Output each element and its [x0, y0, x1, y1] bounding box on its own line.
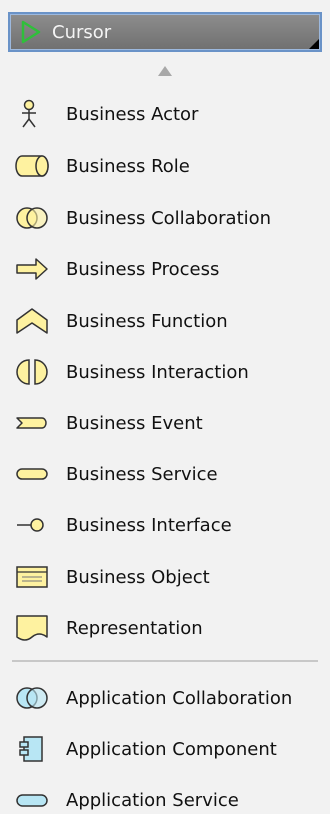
palette-item-label: Business Function	[66, 310, 228, 332]
business-interaction-icon	[14, 357, 54, 387]
business-process-icon	[14, 254, 54, 284]
business-service-icon	[14, 459, 54, 489]
palette-item-business-collaboration[interactable]: Business Collaboration	[14, 198, 324, 238]
business-object-icon	[14, 562, 54, 592]
palette-item-application-service[interactable]: Application Service	[14, 780, 324, 814]
palette-item-label: Business Role	[66, 155, 190, 177]
palette-item-label: Business Interaction	[66, 361, 249, 383]
palette-item-business-function[interactable]: Business Function	[14, 301, 324, 341]
palette-item-application-component[interactable]: Application Component	[14, 729, 324, 769]
palette-item-label: Business Collaboration	[66, 207, 272, 229]
palette-item-label: Application Service	[66, 789, 239, 811]
palette-item-label: Representation	[66, 617, 203, 639]
cursor-arrow-icon	[20, 19, 46, 45]
palette-item-business-object[interactable]: Business Object	[14, 557, 324, 597]
palette-separator	[12, 660, 318, 662]
representation-icon	[14, 613, 54, 643]
palette-item-business-process[interactable]: Business Process	[14, 249, 324, 289]
business-actor-icon	[14, 99, 54, 129]
cursor-tool[interactable]: Cursor	[8, 12, 322, 52]
resize-corner	[309, 39, 319, 49]
application-service-icon	[14, 785, 54, 814]
palette-item-business-interface[interactable]: Business Interface	[14, 505, 324, 545]
palette-item-label: Business Object	[66, 566, 210, 588]
business-collaboration-icon	[14, 203, 54, 233]
palette-item-label: Business Actor	[66, 103, 199, 125]
element-palette: Cursor Business Actor Business Role Busi…	[0, 0, 330, 814]
palette-item-business-actor[interactable]: Business Actor	[14, 94, 324, 134]
palette-item-application-collaboration[interactable]: Application Collaboration	[14, 678, 324, 718]
palette-item-label: Application Component	[66, 738, 277, 760]
palette-item-label: Application Collaboration	[66, 687, 293, 709]
application-component-icon	[14, 734, 54, 764]
business-function-icon	[14, 306, 54, 336]
palette-item-representation[interactable]: Representation	[14, 608, 324, 648]
application-collaboration-icon	[14, 683, 54, 713]
business-interface-icon	[14, 510, 54, 540]
business-role-icon	[14, 151, 54, 181]
cursor-label: Cursor	[52, 21, 112, 43]
palette-item-business-role[interactable]: Business Role	[14, 146, 324, 186]
palette-item-label: Business Interface	[66, 514, 232, 536]
palette-item-business-interaction[interactable]: Business Interaction	[14, 352, 324, 392]
business-event-icon	[14, 408, 54, 438]
scroll-up-arrow-icon[interactable]	[156, 62, 174, 76]
palette-item-label: Business Event	[66, 412, 203, 434]
palette-item-business-service[interactable]: Business Service	[14, 454, 324, 494]
palette-item-label: Business Service	[66, 463, 218, 485]
palette-item-label: Business Process	[66, 258, 220, 280]
palette-item-business-event[interactable]: Business Event	[14, 403, 324, 443]
